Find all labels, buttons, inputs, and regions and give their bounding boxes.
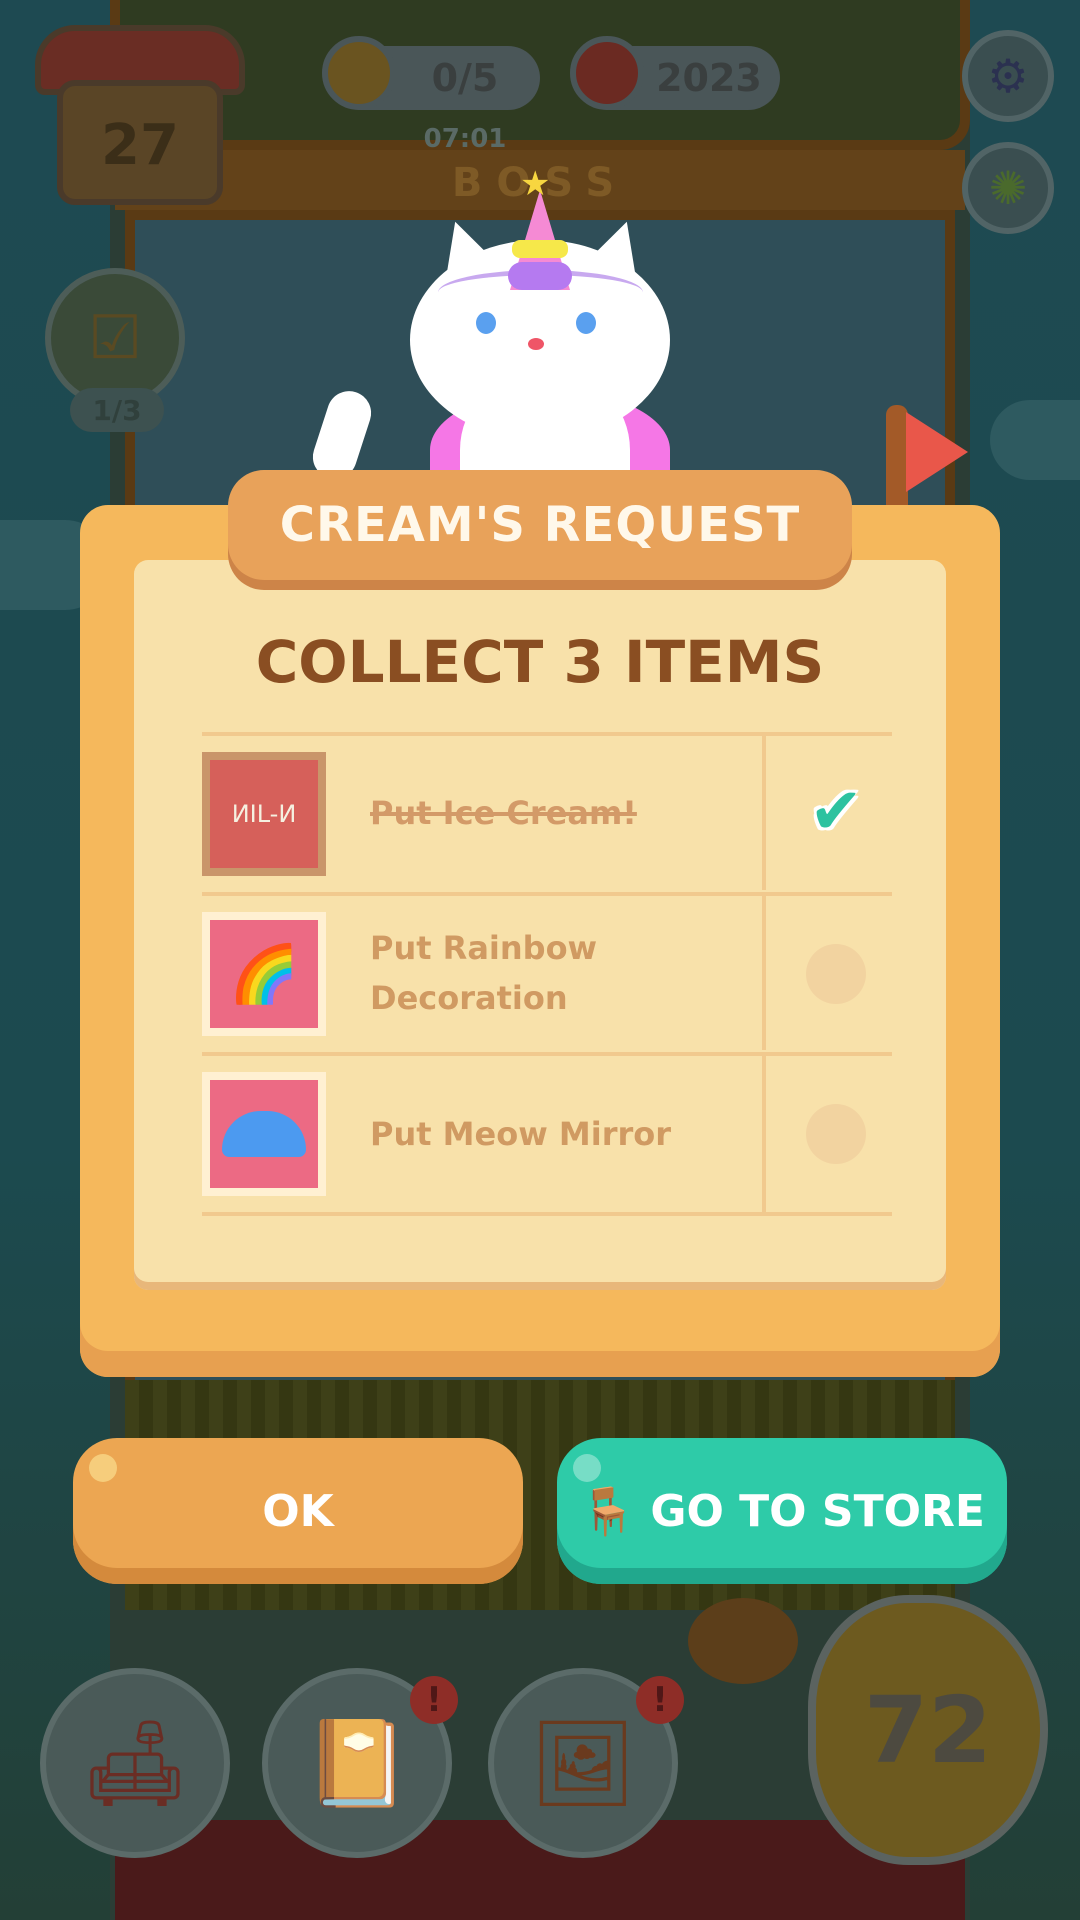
- task-row: ИІL-И Put Ice Cream! ✔: [202, 732, 892, 890]
- bug-icon: ✺: [988, 161, 1028, 215]
- gear-icon: ⚙: [987, 49, 1029, 103]
- task-row: Put Meow Mirror: [202, 1052, 892, 1216]
- pencil-icon: [322, 36, 396, 110]
- ok-button-label: OK: [262, 1485, 334, 1537]
- flag-icon: [906, 412, 968, 492]
- bug-report-button[interactable]: ✺: [962, 142, 1054, 234]
- house-level: 27: [101, 113, 179, 178]
- tiger-cat-character: [688, 1598, 798, 1684]
- house-level-button[interactable]: 27: [35, 25, 245, 210]
- paw-book-icon: 📔: [304, 1713, 410, 1812]
- notification-badge: !: [636, 1676, 684, 1724]
- dialog-title-tab: CREAM'S REQUEST: [228, 470, 852, 580]
- task-label: Put Meow Mirror: [370, 1115, 672, 1153]
- dialog-title: CREAM'S REQUEST: [279, 497, 801, 553]
- rainbow-icon: 🌈: [202, 912, 326, 1036]
- quest-progress: 1/3: [70, 388, 164, 432]
- task-row: 🌈 Put Rainbow Decoration: [202, 892, 892, 1050]
- cat-mirror-icon: [202, 1072, 326, 1196]
- ok-button[interactable]: OK: [73, 1438, 523, 1584]
- armchair-icon: 🪑: [579, 1483, 637, 1538]
- collect-title: COLLECT 3 ITEMS: [255, 628, 825, 696]
- quest-board-button[interactable]: ☑: [45, 268, 185, 408]
- quest-checklist-icon: ☑: [88, 303, 142, 373]
- star-icon: ★: [520, 164, 551, 204]
- empty-check-slot: [806, 944, 866, 1004]
- task-label: Put Rainbow Decoration: [370, 929, 598, 1017]
- play-count: 72: [863, 1676, 993, 1784]
- pencil-timer: 07:01: [423, 124, 507, 154]
- settings-button[interactable]: ⚙: [962, 30, 1054, 122]
- notification-badge: !: [410, 1676, 458, 1724]
- pencil-progress-text: 0/5: [431, 56, 499, 100]
- go-to-store-button[interactable]: 🪑 GO TO STORE: [557, 1438, 1007, 1584]
- picture-frame-icon: 🖼: [529, 1713, 637, 1812]
- task-label: Put Ice Cream!: [370, 794, 637, 832]
- cat-food-can-icon: [570, 36, 644, 110]
- furniture-nav-button[interactable]: 🛋: [40, 1668, 230, 1858]
- checkmark-icon: ✔: [809, 775, 863, 849]
- play-level-button[interactable]: 72: [808, 1595, 1048, 1865]
- ice-cream-poster-icon: ИІL-И: [202, 752, 326, 876]
- empty-check-slot: [806, 1104, 866, 1164]
- armchair-icon: 🛋: [81, 1713, 189, 1812]
- cream-cat-character: ★: [400, 164, 690, 510]
- can-count-text: 2023: [656, 56, 762, 100]
- thumb-text: ИІL-И: [231, 800, 297, 828]
- store-button-label: GO TO STORE: [650, 1485, 985, 1537]
